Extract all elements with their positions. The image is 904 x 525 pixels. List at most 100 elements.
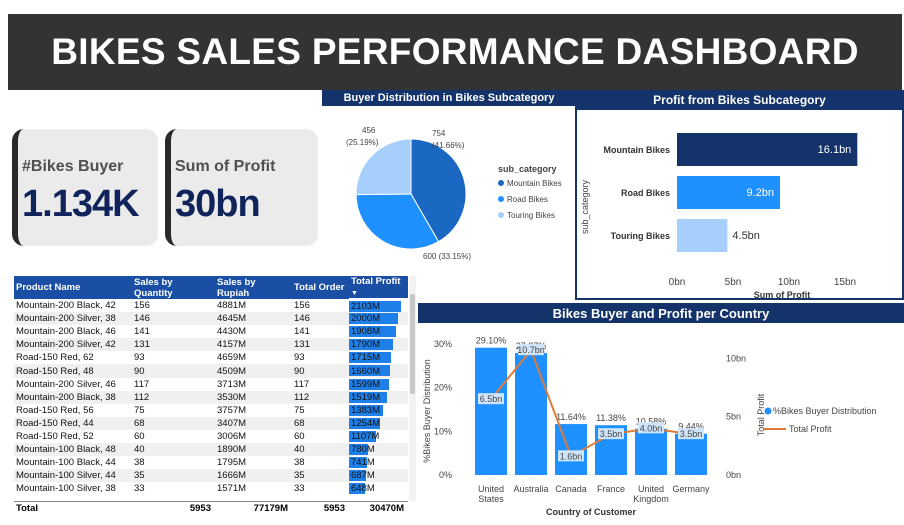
profit-text: 648M (351, 483, 375, 495)
cell-rupiah: 4881M (217, 300, 247, 312)
country-x-tick: United (638, 484, 664, 494)
table-scrollbar-track[interactable] (409, 276, 416, 501)
profit-bar-touring[interactable] (677, 219, 728, 252)
profit-x-tick: 5bn (725, 277, 742, 288)
cell-product: Mountain-200 Silver, 38 (14, 312, 132, 326)
table-row[interactable]: Road-150 Red, 62 93 4659M 93 1715M (14, 351, 408, 364)
pie-slice-touring[interactable] (355, 138, 412, 196)
table-row[interactable]: Mountain-200 Silver, 46 117 3713M 117 1599M (14, 378, 408, 391)
profit-x-axis-label: Sum of Profit (754, 290, 811, 298)
cell-orders: 117 (294, 378, 310, 390)
table-row[interactable]: Road-150 Red, 56 75 3757M 75 1383M (14, 404, 408, 417)
col-header-qty[interactable]: Sales by Quantity (132, 276, 215, 299)
cell-profit: 1715M (349, 351, 408, 364)
table-row[interactable]: Mountain-100 Silver, 38 33 1571M 33 648M (14, 482, 408, 495)
table-scrollbar-thumb[interactable] (410, 294, 415, 394)
cell-rupiah: 3713M (217, 378, 247, 390)
cell-qty: 156 (134, 300, 150, 312)
cell-profit: 1790M (349, 338, 408, 352)
sort-descending-icon: ▼ (351, 290, 358, 297)
cell-profit: 1107M (349, 430, 408, 443)
pie-label-mountain: 754 (432, 129, 446, 138)
left-y-tick: 20% (434, 383, 452, 393)
cell-qty: 112 (132, 390, 215, 404)
col-header-profit[interactable]: Total Profit ▼ (349, 276, 408, 300)
table-row[interactable]: Mountain-100 Silver, 44 35 1666M 35 687M (14, 469, 408, 483)
cell-orders: 131 (292, 338, 349, 352)
country-bar-label: 29.10% (476, 336, 507, 346)
country-bar-label: 11.64% (556, 412, 586, 422)
profit-text: 1519M (351, 391, 381, 403)
cell-orders: 68 (292, 416, 349, 430)
col-header-orders[interactable]: Total Order (292, 276, 349, 299)
table-row[interactable]: Mountain-200 Silver, 42 131 4157M 131 1790M (14, 338, 408, 352)
country-bar[interactable] (675, 433, 707, 475)
cell-profit: 648M (349, 482, 408, 495)
cell-profit: 1383M (349, 404, 408, 417)
country-bar[interactable] (475, 347, 507, 475)
cell-orders: 141 (294, 326, 310, 338)
cell-orders: 33 (294, 483, 305, 495)
cell-product: Mountain-100 Black, 44 (16, 457, 116, 469)
table-row[interactable]: Mountain-100 Black, 48 40 1890M 40 780M (14, 443, 408, 457)
table-row[interactable]: Road-150 Red, 52 60 3006M 60 1107M (14, 430, 408, 443)
table-total-divider (14, 501, 408, 502)
table-row[interactable]: Mountain-200 Silver, 38 146 4645M 146 2000M (14, 312, 408, 326)
kpi-value: 1.134K (22, 183, 140, 225)
table-row[interactable]: Mountain-200 Black, 46 141 4430M 141 1908M (14, 325, 408, 338)
profit-value-label: 9.2bn (747, 187, 775, 199)
cell-product: Mountain-100 Silver, 38 (16, 483, 116, 495)
pie-legend-item-road[interactable]: Road Bikes (498, 195, 548, 204)
profit-label-text: 4.0bn (640, 423, 663, 433)
kpi-card-sum-of-profit: Sum of Profit 30bn (165, 129, 318, 246)
legend-label: Total Profit (789, 424, 832, 434)
country-y-axis-left-label: %Bikes Buyer Distribution (422, 359, 432, 463)
profit-value-label: 4.5bn (732, 230, 760, 242)
country-bar[interactable] (635, 428, 667, 475)
total-rupiah: 77179M (253, 503, 288, 514)
table-row[interactable]: Mountain-200 Black, 38 112 3530M 112 1519M (14, 390, 408, 404)
col-header-product[interactable]: Product Name (14, 276, 132, 299)
cell-rupiah: 4157M (215, 338, 292, 352)
pie-label-road: 600 (33.15%) (423, 252, 471, 261)
pie-label-touring: 456 (362, 126, 376, 135)
cell-qty: 146 (132, 312, 215, 326)
total-qty: 5953 (189, 503, 211, 514)
cell-rupiah: 1666M (215, 469, 292, 483)
profit-text: 1254M (351, 417, 381, 429)
cell-profit: 1519M (349, 390, 408, 404)
cell-qty: 33 (134, 483, 145, 495)
table-row[interactable]: Mountain-200 Black, 42 156 4881M 156 2103M (14, 299, 408, 312)
profit-x-tick: 15bn (834, 277, 856, 288)
profit-label-text: 3.5bn (680, 429, 703, 439)
product-table: Product Name Sales by Quantity Sales by … (14, 276, 408, 501)
pie-legend-item-touring[interactable]: Touring Bikes (498, 211, 555, 220)
pie-legend-item-mountain[interactable]: Mountain Bikes (498, 179, 562, 188)
col-header-rupiah[interactable]: Sales by Rupiah (215, 276, 292, 299)
cell-orders: 93 (294, 352, 305, 364)
cell-qty: 40 (132, 443, 215, 457)
legend-item-buyer-distribution[interactable]: %Bikes Buyer Distribution (764, 406, 877, 416)
legend-dot-icon (498, 212, 504, 218)
kpi-label: Sum of Profit (175, 158, 276, 175)
kpi-card-bikes-buyer: #Bikes Buyer 1.134K (12, 129, 158, 246)
cell-orders: 156 (294, 300, 310, 312)
table-row[interactable]: Road-150 Red, 44 68 3407M 68 1254M (14, 416, 408, 430)
legend-label: Road Bikes (507, 195, 548, 204)
cell-profit: 780M (349, 443, 408, 457)
cell-product: Mountain-200 Black, 42 (16, 300, 116, 312)
profit-text: 687M (351, 470, 375, 482)
kpi-value: 30bn (175, 183, 261, 225)
profit-chart-title: Profit from Bikes Subcategory (575, 90, 904, 110)
kpi-label: #Bikes Buyer (22, 158, 124, 175)
country-bar[interactable] (515, 353, 547, 475)
pie-title-text: Buyer Distribution in Bikes Subcategory (343, 92, 555, 104)
cell-rupiah: 4509M (215, 364, 292, 378)
profit-text: 2103M (351, 300, 381, 312)
cell-rupiah: 4659M (217, 352, 247, 364)
profit-x-tick: 10bn (778, 277, 800, 288)
table-row[interactable]: Road-150 Red, 48 90 4509M 90 1660M (14, 364, 408, 378)
legend-item-total-profit[interactable]: Total Profit (764, 424, 832, 434)
table-row[interactable]: Mountain-100 Black, 44 38 1795M 38 741M (14, 456, 408, 469)
country-x-tick: United (478, 484, 504, 494)
